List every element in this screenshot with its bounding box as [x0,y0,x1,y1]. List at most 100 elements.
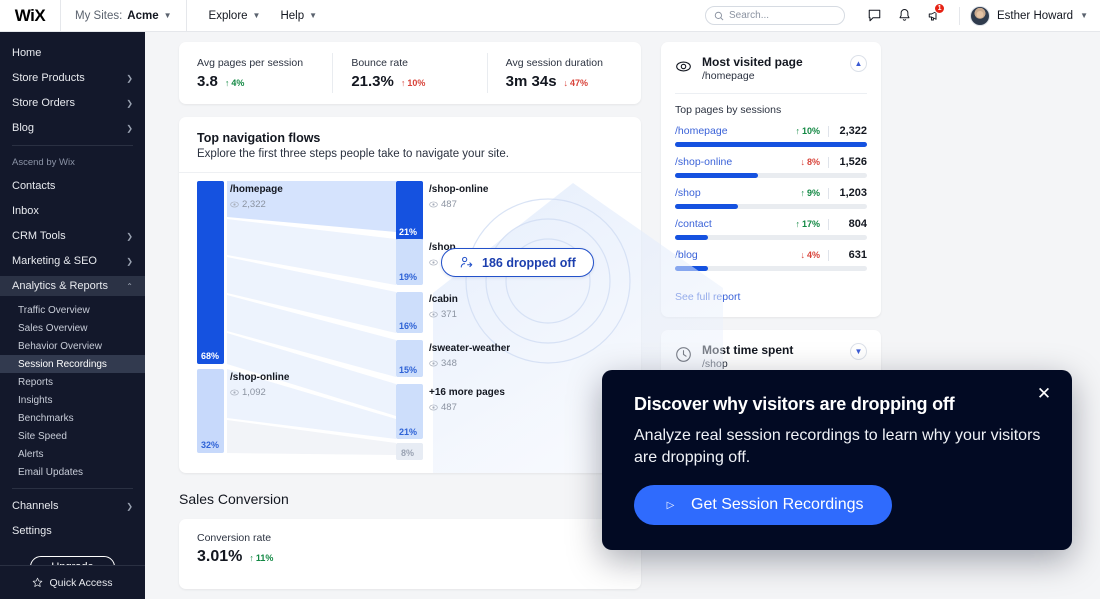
top-bar-right: Search... 1 Esther Howard ▼ [705,0,1100,32]
page-link[interactable]: /shop-online [675,156,732,168]
page-delta: ↑ 10% [795,126,820,136]
page-delta: ↑ 9% [800,188,820,198]
sankey-target-count-value: 487 [441,402,457,413]
arrow-up-icon: ↑ [795,219,800,229]
sankey-source-label-0: /homepage [230,184,283,195]
sidebar-item-settings[interactable]: Settings [0,521,145,541]
sankey-target-pct-5: 8% [401,448,415,458]
page-delta-value: 10% [801,126,820,136]
sidebar-subitem-alerts[interactable]: Alerts [0,445,145,463]
most-visited-page-card: Most visited page /homepage ▲ Top pages … [661,42,881,317]
user-menu[interactable]: Esther Howard ▼ [970,5,1088,26]
table-row[interactable]: /shop-online ↓ 8% 1,526 [675,156,867,178]
sidebar-subitem-label: Behavior Overview [18,340,102,352]
sidebar-subitem-insights[interactable]: Insights [0,391,145,409]
page-link[interactable]: /blog [675,249,698,261]
quick-access-label: Quick Access [49,576,113,589]
see-full-report-link[interactable]: See full report [675,291,740,303]
sidebar-item-contacts[interactable]: Contacts [0,176,145,196]
sidebar-subitem-behavior-overview[interactable]: Behavior Overview [0,337,145,355]
sidebar-subitem-email-updates[interactable]: Email Updates [0,463,145,481]
eye-icon [230,389,239,396]
collapse-most-visited-button[interactable]: ▲ [850,55,867,72]
sidebar-item-analytics-reports[interactable]: Analytics & Reports ⌃ [0,276,145,296]
announcements-button[interactable]: 1 [919,0,949,32]
sidebar-subitem-label: Insights [18,394,53,406]
most-visited-subtitle: /homepage [702,70,755,82]
sankey-target-label-3: /sweater-weather [429,343,511,354]
sidebar-item-blog[interactable]: Blog ❯ [0,118,145,138]
chat-button[interactable] [859,0,889,32]
top-menu-help[interactable]: Help ▼ [280,10,317,22]
flows-subtitle: Explore the first three steps people tak… [197,148,509,160]
top-menu-explore[interactable]: Explore ▼ [209,10,261,22]
expand-most-time-spent-button[interactable]: ▼ [850,343,867,360]
most-time-spent-title: Most time spent [702,343,794,357]
arrow-up-icon: ↑ [800,188,805,198]
flows-header: Top navigation flows Explore the first t… [179,117,641,173]
kpi-value: 3.8 [197,72,218,90]
sankey-source-count-value: 2,322 [242,199,266,210]
search-input[interactable]: Search... [705,6,846,25]
conversion-rate-delta-value: 11% [255,553,274,563]
sankey-target-label-4: +16 more pages [429,387,505,398]
sankey-target-pct-3: 15% [399,365,418,375]
sankey-source-count-0: 2,322 [230,199,266,210]
clock-icon [676,347,691,362]
sidebar-item-inbox[interactable]: Inbox [0,201,145,221]
kpi-value: 3m 34s [505,72,557,90]
top-navigation-flows-card: Top navigation flows Explore the first t… [179,117,723,473]
eye-icon [429,311,438,318]
divider [675,93,867,94]
page-link[interactable]: /shop [675,187,701,199]
sidebar-subitem-label: Reports [18,376,54,388]
my-sites-selector[interactable]: My Sites: Acme ▼ [61,0,186,32]
wix-logo[interactable]: WiX [0,6,60,26]
search-placeholder: Search... [729,10,770,21]
sankey-source-bar-0[interactable] [197,181,224,364]
most-time-spent-header: Most time spent /shop ▼ [675,343,867,370]
sidebar-subitem-site-speed[interactable]: Site Speed [0,427,145,445]
kpi-delta: ↑ 4% [225,78,245,88]
table-row[interactable]: /blog ↓ 4% 631 [675,249,867,271]
promo-body: Analyze real session recordings to learn… [634,427,1041,467]
kpi-delta: ↑ 10% [401,78,426,88]
sidebar-item-store-orders[interactable]: Store Orders ❯ [0,93,145,113]
sidebar-subitem-reports[interactable]: Reports [0,373,145,391]
sankey-target-count-2: 371 [429,309,457,320]
page-link[interactable]: /homepage [675,125,728,137]
table-row[interactable]: /contact ↑ 17% 804 [675,218,867,240]
sankey-target-label-2: /cabin [429,294,458,305]
chevron-down-icon: ▼ [252,10,261,20]
app-root: WiX My Sites: Acme ▼ Explore ▼ Help ▼ Se… [0,0,1100,599]
sidebar-item-store-products[interactable]: Store Products ❯ [0,68,145,88]
close-icon[interactable]: ✕ [1034,384,1054,404]
notifications-button[interactable] [889,0,919,32]
page-link[interactable]: /contact [675,218,712,230]
sidebar-item-crm-tools[interactable]: CRM Tools ❯ [0,226,145,246]
table-row[interactable]: /shop ↑ 9% 1,203 [675,187,867,209]
sidebar-item-home[interactable]: Home [0,43,145,63]
kpi-delta-value: 47% [570,77,589,88]
get-session-recordings-button[interactable]: ▷ Get Session Recordings [634,485,892,526]
kpi-delta-value: 10% [407,77,426,88]
sidebar-subitem-traffic-overview[interactable]: Traffic Overview [0,301,145,319]
quick-access-button[interactable]: Quick Access [0,565,145,599]
sidebar-item-label: Channels [12,500,59,512]
sankey-source-count-value: 1,092 [242,387,266,398]
eye-icon [429,259,438,266]
sidebar-subitem-label: Site Speed [18,430,67,442]
play-icon: ▷ [666,499,675,511]
sidebar-item-channels[interactable]: Channels ❯ [0,496,145,516]
upgrade-button[interactable]: Upgrade [30,556,115,565]
sankey-target-count-3: 348 [429,358,457,369]
dropped-off-button[interactable]: 186 dropped off [441,248,594,277]
divider [828,218,829,230]
most-visited-title: Most visited page [702,55,803,69]
progress-track [675,142,867,147]
sidebar-subitem-sales-overview[interactable]: Sales Overview [0,319,145,337]
sidebar-item-marketing-seo[interactable]: Marketing & SEO ❯ [0,251,145,271]
sidebar-subitem-benchmarks[interactable]: Benchmarks [0,409,145,427]
sidebar-subitem-session-recordings[interactable]: Session Recordings [0,355,145,373]
table-row[interactable]: /homepage ↑ 10% 2,322 [675,125,867,147]
